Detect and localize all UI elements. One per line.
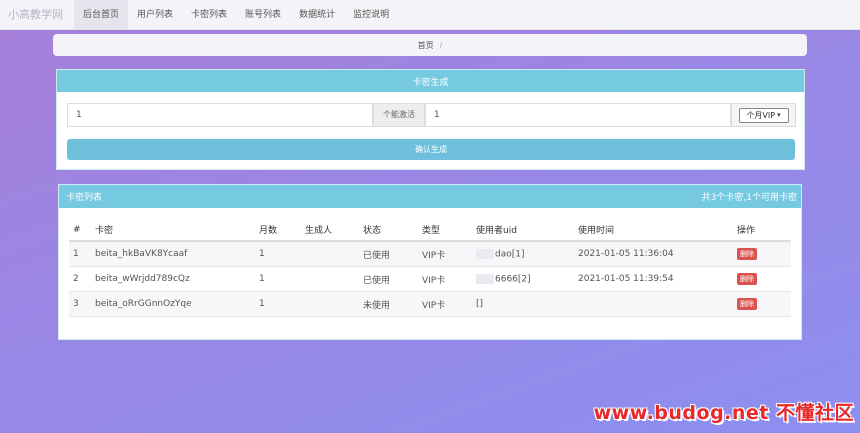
card-status: 未使用 [363, 300, 391, 311]
chevron-down-icon: ▾ [777, 111, 781, 119]
card-used-time: 2021-01-05 11:36:04 [578, 249, 674, 259]
action-cell: 删除 [737, 248, 787, 260]
card-type: VIP卡 [422, 300, 446, 311]
card-user-uid: 6666[2] [495, 274, 531, 285]
column-header: 使用者uid [476, 226, 517, 236]
card-code: beita_oRrGGnnOzYqe [95, 299, 192, 309]
column-header: 类型 [422, 226, 441, 236]
card-status: 已使用 [363, 250, 391, 261]
card-user-uid: [] [476, 299, 484, 309]
count-suffix-label: 个能激活 [373, 103, 425, 127]
card-generator-panel: 卡密生成 1 个能激活 1 个月VIP ▾ 确认生成 [56, 69, 805, 170]
card-user-uid-cell: dao[1] [476, 248, 578, 260]
breadcrumb-separator: / [439, 40, 443, 50]
card-used-time: 2021-01-05 11:39:54 [578, 274, 674, 284]
table-row: 1 beita_hkBaVK8Ycaaf 1 已使用 VIP卡 dao[1] 2… [69, 242, 791, 267]
nav-item-users[interactable]: 用户列表 [128, 0, 182, 29]
nav-item-stats[interactable]: 数据统计 [290, 0, 344, 29]
type-select-wrap: 个月VIP ▾ [731, 103, 796, 127]
delete-button[interactable]: 删除 [737, 273, 757, 285]
card-list-header: 卡密列表 共3个卡密,1个可用卡密 [59, 185, 801, 208]
card-code: beita_wWrjdd789cQz [95, 274, 190, 284]
generate-button[interactable]: 确认生成 [67, 139, 795, 160]
nav-item-monitor[interactable]: 监控说明 [344, 0, 398, 29]
card-type: VIP卡 [422, 250, 446, 261]
column-header: 卡密 [95, 226, 114, 236]
column-header: # [73, 224, 81, 235]
table-row: 3 beita_oRrGGnnOzYqe 1 未使用 VIP卡 [] 删除 [69, 292, 791, 317]
table-row: 2 beita_wWrjdd789cQz 1 已使用 VIP卡 6666[2] … [69, 267, 791, 292]
months-input[interactable]: 1 [425, 103, 731, 127]
column-header: 使用时间 [578, 226, 615, 236]
column-header: 操作 [737, 226, 756, 236]
row-index: 3 [73, 299, 79, 309]
nav-item-dashboard[interactable]: 后台首页 [74, 0, 129, 29]
type-select-value: 个月VIP [746, 110, 776, 120]
redacted-mask [476, 248, 494, 259]
delete-button[interactable]: 删除 [737, 248, 757, 260]
card-months: 1 [259, 274, 265, 284]
brand-logo[interactable]: 小高教学网 [0, 0, 74, 29]
generator-title: 卡密生成 [57, 70, 804, 92]
column-header: 生成人 [305, 226, 333, 236]
generator-form-row: 1 个能激活 1 个月VIP ▾ [67, 103, 796, 127]
card-type: VIP卡 [422, 275, 446, 286]
delete-button[interactable]: 删除 [737, 298, 757, 310]
table-header-row: # 卡密 月数 生成人 状态 类型 使用者uid 使用时间 操作 [69, 219, 791, 242]
nav-item-cards[interactable]: 卡密列表 [182, 0, 236, 29]
card-code: beita_hkBaVK8Ycaaf [95, 249, 188, 259]
card-list-summary: 共3个卡密,1个可用卡密 [701, 193, 797, 203]
card-months: 1 [259, 299, 265, 309]
top-navbar: 小高教学网 后台首页 用户列表 卡密列表 账号列表 数据统计 监控说明 [0, 0, 860, 30]
card-status: 已使用 [363, 275, 391, 286]
card-table: # 卡密 月数 生成人 状态 类型 使用者uid 使用时间 操作 1 beita… [69, 219, 791, 317]
site-watermark: www.budog.net 不懂社区 [593, 402, 854, 424]
breadcrumb-home[interactable]: 首页 [418, 40, 434, 51]
action-cell: 删除 [737, 298, 787, 310]
row-index: 2 [73, 274, 79, 284]
card-user-uid: dao[1] [495, 249, 525, 260]
column-header: 月数 [259, 226, 278, 236]
nav-item-accounts[interactable]: 账号列表 [236, 0, 290, 29]
card-user-uid-cell: 6666[2] [476, 273, 578, 285]
card-list-title: 卡密列表 [66, 193, 103, 203]
card-list-panel: 卡密列表 共3个卡密,1个可用卡密 # 卡密 月数 生成人 状态 类型 使用者u… [58, 184, 802, 340]
row-index: 1 [73, 249, 79, 259]
count-input[interactable]: 1 [67, 103, 373, 127]
card-months: 1 [259, 249, 265, 259]
column-header: 状态 [363, 226, 382, 236]
type-select[interactable]: 个月VIP ▾ [738, 107, 789, 123]
redacted-mask [476, 273, 494, 284]
action-cell: 删除 [737, 273, 787, 285]
breadcrumb: 首页 / [53, 34, 807, 56]
